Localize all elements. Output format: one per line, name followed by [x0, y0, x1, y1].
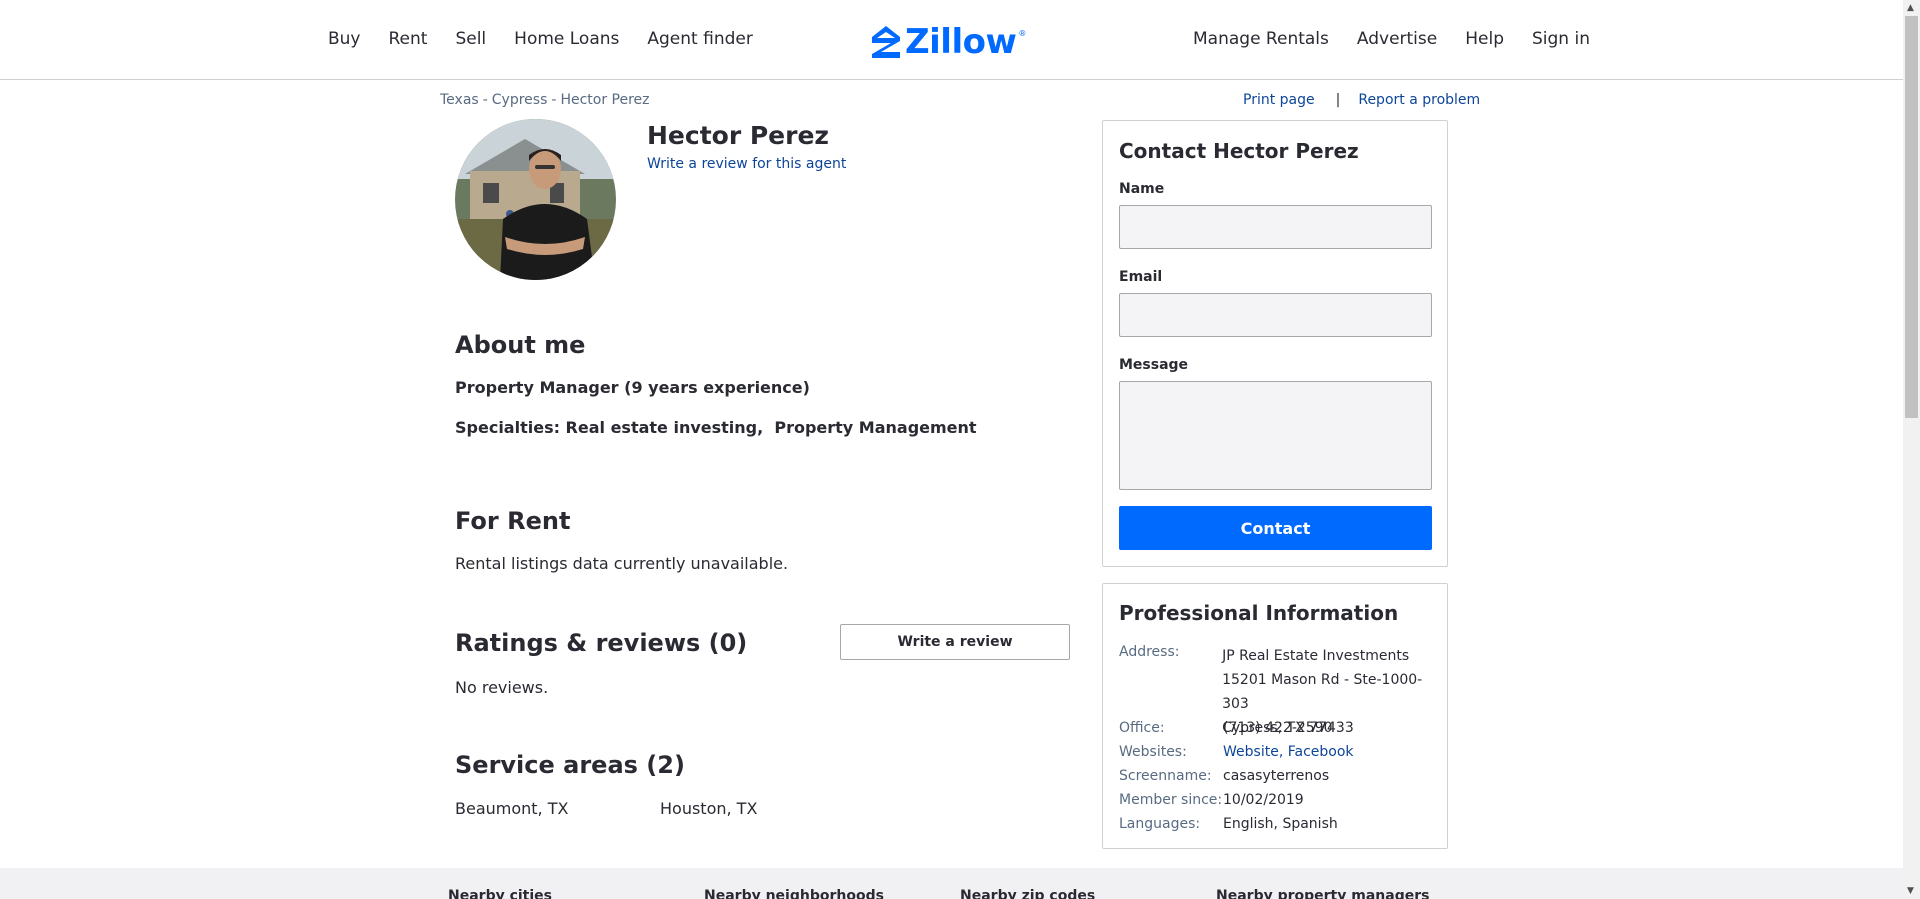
about-heading: About me	[455, 331, 586, 359]
scroll-up-icon[interactable]: ▲	[1907, 3, 1914, 13]
address-line: 15201 Mason Rd - Ste-1000-303	[1222, 672, 1423, 712]
languages-row: Languages: English, Spanish	[1119, 816, 1338, 832]
screenname-label: Screenname:	[1119, 768, 1212, 784]
office-label: Office:	[1119, 720, 1165, 736]
top-navigation-bar: Buy Rent Sell Home Loans Agent finder Zi…	[0, 0, 1903, 80]
breadcrumb: Texas - Cypress - Hector Perez	[440, 92, 650, 108]
websites-value: Website, Facebook	[1223, 744, 1354, 760]
contact-form-card: Contact Hector Perez Name Email Message …	[1102, 120, 1448, 567]
email-input[interactable]	[1119, 293, 1432, 337]
footer-nearby-zip-codes[interactable]: Nearby zip codes	[960, 888, 1095, 899]
languages-value: English, Spanish	[1223, 816, 1338, 832]
service-area-item[interactable]: Beaumont, TX	[455, 799, 568, 818]
breadcrumb-city[interactable]: Cypress	[492, 92, 548, 108]
agent-photo-image	[455, 119, 616, 280]
breadcrumb-separator: -	[482, 92, 488, 108]
print-page-link[interactable]: Print page	[1243, 92, 1315, 108]
websites-row: Websites: Website, Facebook	[1119, 744, 1354, 760]
ratings-heading: Ratings & reviews (0)	[455, 629, 748, 657]
nav-sell[interactable]: Sell	[455, 29, 486, 49]
websites-separator: ,	[1278, 744, 1288, 760]
screenname-row: Screenname: casasyterrenos	[1119, 768, 1329, 784]
pro-info-heading: Professional Information	[1119, 601, 1399, 625]
service-area-item[interactable]: Houston, TX	[660, 799, 757, 818]
breadcrumb-agent[interactable]: Hector Perez	[560, 92, 649, 108]
logo-wordmark: Zillow	[905, 22, 1017, 62]
website-link[interactable]: Website	[1223, 744, 1279, 760]
write-review-link[interactable]: Write a review for this agent	[647, 156, 846, 172]
member-since-row: Member since: 10/02/2019	[1119, 792, 1304, 808]
email-label: Email	[1119, 269, 1163, 285]
scroll-thumb[interactable]	[1905, 16, 1918, 418]
nav-buy[interactable]: Buy	[328, 29, 361, 49]
footer	[0, 868, 1903, 899]
nav-agent-finder[interactable]: Agent finder	[647, 29, 752, 49]
nav-manage-rentals[interactable]: Manage Rentals	[1193, 29, 1329, 49]
message-label: Message	[1119, 357, 1189, 373]
message-textarea[interactable]	[1119, 381, 1432, 490]
member-since-label: Member since:	[1119, 792, 1223, 808]
scroll-down-icon[interactable]: ▼	[1907, 886, 1914, 896]
breadcrumb-state[interactable]: Texas	[440, 92, 479, 108]
member-since-value: 10/02/2019	[1223, 792, 1304, 808]
zillow-logo[interactable]: Zillow ®	[871, 22, 1026, 62]
nav-home-loans[interactable]: Home Loans	[514, 29, 619, 49]
nav-sign-in[interactable]: Sign in	[1532, 29, 1590, 49]
office-phone: (713) 422-2590	[1223, 720, 1333, 736]
agent-specialties: Specialties: Real estate investing, Prop…	[455, 418, 977, 437]
name-input[interactable]	[1119, 205, 1432, 249]
no-reviews-text: No reviews.	[455, 678, 549, 697]
breadcrumb-separator: -	[551, 92, 557, 108]
report-problem-link[interactable]: Report a problem	[1358, 92, 1480, 108]
zillow-house-icon	[872, 26, 900, 58]
link-separator: |	[1335, 92, 1341, 108]
name-label: Name	[1119, 181, 1165, 197]
office-row: Office: (713) 422-2590	[1119, 720, 1333, 736]
websites-label: Websites:	[1119, 744, 1187, 760]
agent-title: Property Manager (9 years experience)	[455, 378, 810, 397]
rental-status: Rental listings data currently unavailab…	[455, 554, 789, 573]
service-areas-heading: Service areas (2)	[455, 751, 685, 779]
page-scrollbar[interactable]: ▲ ▼	[1903, 0, 1920, 899]
registered-mark: ®	[1018, 28, 1027, 38]
nav-rent[interactable]: Rent	[389, 29, 428, 49]
facebook-link[interactable]: Facebook	[1288, 744, 1354, 760]
languages-label: Languages:	[1119, 816, 1201, 832]
footer-nearby-cities[interactable]: Nearby cities	[448, 888, 552, 899]
footer-nearby-neighborhoods[interactable]: Nearby neighborhoods	[704, 888, 884, 899]
nav-help[interactable]: Help	[1465, 29, 1504, 49]
for-rent-heading: For Rent	[455, 507, 571, 535]
footer-nearby-property-managers[interactable]: Nearby property managers	[1216, 888, 1429, 899]
contact-heading: Contact Hector Perez	[1119, 139, 1359, 163]
agent-name: Hector Perez	[647, 121, 829, 150]
write-review-button[interactable]: Write a review	[840, 624, 1070, 660]
nav-right: Manage Rentals Advertise Help Sign in	[1193, 29, 1618, 49]
nav-left: Buy Rent Sell Home Loans Agent finder	[328, 29, 781, 49]
page-tools: Print page | Report a problem	[1243, 92, 1480, 108]
contact-button[interactable]: Contact	[1119, 506, 1432, 550]
screenname-value: casasyterrenos	[1223, 768, 1330, 784]
nav-advertise[interactable]: Advertise	[1357, 29, 1437, 49]
address-line: JP Real Estate Investments	[1222, 648, 1410, 664]
professional-info-card: Professional Information Address: JP Rea…	[1102, 583, 1448, 849]
agent-photo	[455, 119, 616, 280]
